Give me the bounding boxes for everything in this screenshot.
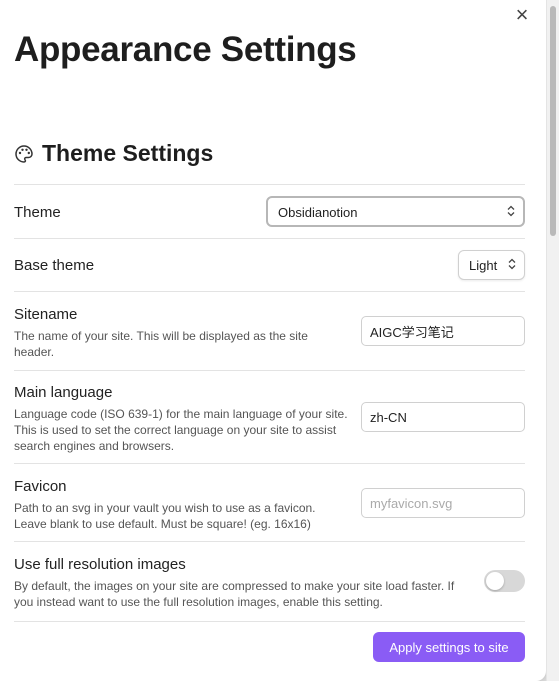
scrollbar-thumb[interactable] xyxy=(550,6,556,236)
full-resolution-label: Use full resolution images xyxy=(14,556,186,573)
favicon-label: Favicon xyxy=(14,478,67,495)
main-language-description: Language code (ISO 639-1) for the main l… xyxy=(14,407,348,453)
apply-settings-button[interactable]: Apply settings to site xyxy=(373,632,525,662)
section-header: Theme Settings xyxy=(14,140,213,167)
toggle-knob xyxy=(486,572,504,590)
chevron-up-down-icon xyxy=(508,258,516,270)
appearance-settings-modal: × Appearance Settings Theme Settings The… xyxy=(0,0,546,681)
theme-select[interactable]: Obsidianotion xyxy=(266,196,525,227)
theme-select-value: Obsidianotion xyxy=(278,205,358,220)
section-title: Theme Settings xyxy=(42,140,214,166)
setting-row-full-resolution: Use full resolution images By default, t… xyxy=(14,541,525,622)
base-theme-label: Base theme xyxy=(14,257,95,274)
main-language-label: Main language xyxy=(14,384,113,401)
scrollbar[interactable] xyxy=(546,0,559,681)
palette-icon xyxy=(15,144,33,163)
page-title: Appearance Settings xyxy=(14,30,357,69)
main-language-input[interactable] xyxy=(361,402,525,432)
close-icon[interactable]: × xyxy=(511,4,533,27)
full-resolution-description: By default, the images on your site are … xyxy=(14,579,455,609)
sitename-description: The name of your site. This will be disp… xyxy=(14,329,308,359)
theme-label: Theme xyxy=(14,204,61,221)
favicon-description: Path to an svg in your vault you wish to… xyxy=(14,501,316,531)
chevron-up-down-icon xyxy=(507,205,515,217)
base-theme-select[interactable]: Light xyxy=(458,250,525,280)
sitename-input[interactable] xyxy=(361,316,525,346)
favicon-input[interactable] xyxy=(361,488,525,518)
sitename-label: Sitename xyxy=(14,306,78,323)
setting-row-base-theme: Base theme xyxy=(14,238,525,292)
base-theme-select-value: Light xyxy=(469,258,498,273)
full-resolution-toggle[interactable] xyxy=(484,570,525,592)
